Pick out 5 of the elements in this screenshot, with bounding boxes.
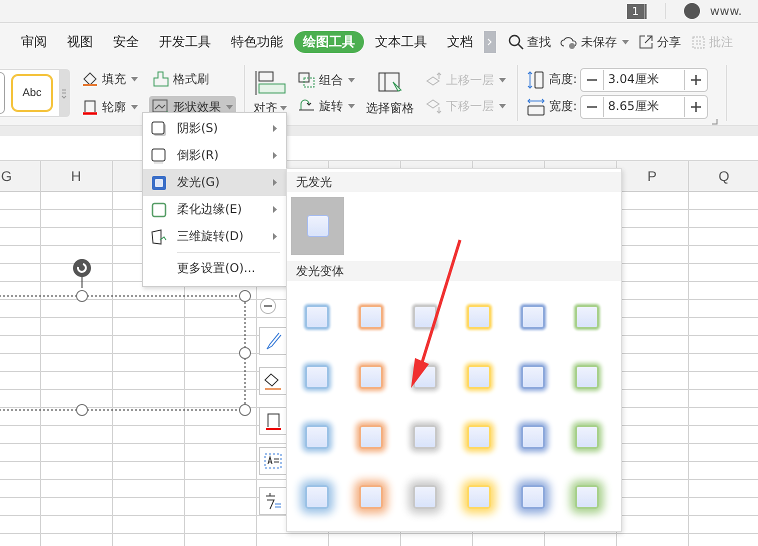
size-label: 宽度:: [549, 98, 578, 115]
site-label: www.: [710, 4, 742, 18]
section-heading: 发光变体: [287, 261, 621, 281]
size-label: 高度:: [549, 71, 578, 88]
section-heading: 无发光: [287, 172, 621, 192]
